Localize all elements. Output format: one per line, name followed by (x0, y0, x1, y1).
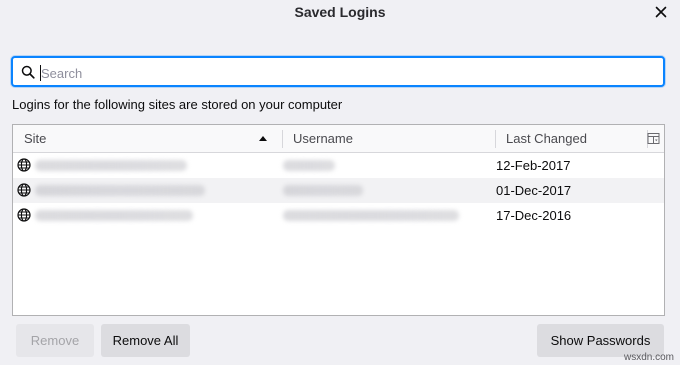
remove-button[interactable]: Remove (16, 324, 94, 357)
close-button[interactable] (652, 3, 670, 21)
dialog-title: Saved Logins (294, 4, 386, 20)
username-cell-redacted (283, 160, 335, 171)
column-picker-icon[interactable] (647, 132, 660, 145)
username-cell-redacted (283, 210, 459, 221)
username-cell-redacted (283, 185, 363, 196)
last-changed-cell: 01-Dec-2017 (496, 183, 572, 198)
search-field[interactable] (11, 56, 665, 87)
watermark-text: wsxdn.com (623, 352, 674, 363)
sort-ascending-icon (259, 136, 267, 141)
globe-icon (17, 183, 31, 197)
search-icon (21, 65, 35, 79)
column-header-last-changed[interactable]: Last Changed (495, 125, 647, 152)
dialog-titlebar: Saved Logins (0, 0, 680, 26)
site-cell-redacted (35, 210, 193, 221)
table-row[interactable]: 01-Dec-2017 (13, 178, 664, 203)
site-cell-redacted (35, 160, 187, 171)
logins-info-text: Logins for the following sites are store… (12, 97, 343, 112)
globe-icon (17, 208, 31, 222)
last-changed-cell: 12-Feb-2017 (496, 158, 571, 173)
column-header-username[interactable]: Username (282, 125, 494, 152)
globe-icon (17, 158, 31, 172)
close-icon (655, 6, 667, 18)
column-header-site[interactable]: Site (13, 125, 281, 152)
logins-table[interactable]: Site Username Last Changed 12-Feb-2017 0… (12, 124, 665, 316)
remove-all-button[interactable]: Remove All (101, 324, 190, 357)
last-changed-cell: 17-Dec-2016 (496, 208, 572, 223)
text-caret (40, 65, 41, 81)
table-row[interactable]: 17-Dec-2016 (13, 203, 664, 228)
table-row[interactable]: 12-Feb-2017 (13, 153, 664, 178)
site-cell-redacted (35, 185, 205, 196)
search-input[interactable] (39, 62, 643, 84)
table-header: Site Username Last Changed (13, 125, 664, 153)
